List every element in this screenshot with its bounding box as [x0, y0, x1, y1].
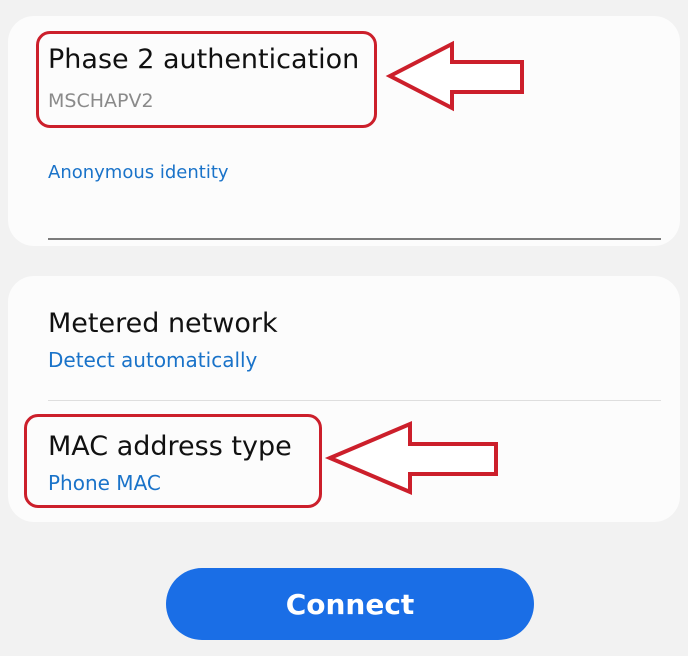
arrow-pointing-left-icon: [324, 420, 498, 496]
arrow-pointing-left-icon: [385, 40, 524, 112]
anonymous-identity-input[interactable]: [48, 194, 664, 236]
metered-network-value: Detect automatically: [48, 348, 258, 372]
row-divider: [48, 400, 661, 401]
connect-button[interactable]: Connect: [166, 568, 534, 640]
phase2-highlight-box: [36, 31, 377, 128]
metered-network-label: Metered network: [48, 308, 278, 339]
mac-type-highlight-box: [24, 414, 322, 508]
anonymous-identity-underline: [48, 238, 661, 240]
anonymous-identity-label: Anonymous identity: [48, 162, 229, 183]
